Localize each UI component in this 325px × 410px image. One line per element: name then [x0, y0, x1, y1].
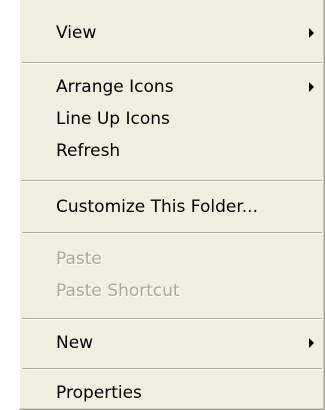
menu-item-label: New — [56, 333, 94, 353]
menu-separator — [22, 62, 322, 64]
menu-item-paste-shortcut: Paste Shortcut — [20, 276, 324, 306]
menu-item-properties[interactable]: Properties — [20, 378, 324, 408]
context-menu: View Arrange Icons Line Up Icons Refresh… — [18, 0, 325, 410]
menu-item-paste: Paste — [20, 244, 324, 274]
submenu-arrow-icon — [309, 28, 314, 38]
menu-item-label: Paste Shortcut — [56, 281, 180, 301]
menu-item-arrange-icons[interactable]: Arrange Icons — [20, 72, 324, 102]
menu-item-label: Paste — [56, 249, 102, 269]
menu-item-label: View — [56, 23, 97, 43]
menu-separator — [22, 318, 322, 320]
menu-item-label: Customize This Folder... — [56, 197, 258, 217]
menu-item-line-up-icons[interactable]: Line Up Icons — [20, 104, 324, 134]
menu-item-label: Line Up Icons — [56, 109, 170, 129]
submenu-arrow-icon — [309, 82, 314, 92]
menu-separator — [22, 232, 322, 234]
menu-item-view[interactable]: View — [20, 18, 324, 48]
menu-item-label: Refresh — [56, 141, 121, 161]
menu-item-refresh[interactable]: Refresh — [20, 136, 324, 166]
menu-item-new[interactable]: New — [20, 328, 324, 358]
menu-separator — [22, 180, 322, 182]
menu-separator — [22, 368, 322, 370]
menu-item-customize-this-folder[interactable]: Customize This Folder... — [20, 192, 324, 222]
submenu-arrow-icon — [309, 338, 314, 348]
menu-item-label: Arrange Icons — [56, 77, 174, 97]
menu-item-label: Properties — [56, 383, 142, 403]
